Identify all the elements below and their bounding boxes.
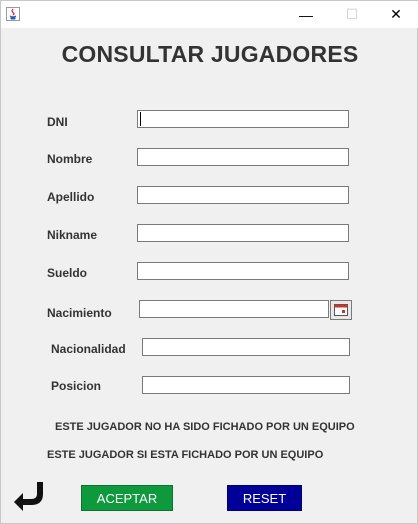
- posicion-input[interactable]: [142, 376, 350, 394]
- maximize-button[interactable]: ☐: [329, 1, 375, 28]
- app-window: — ☐ ✕ CONSULTAR JUGADORES DNI Nombre Ape…: [0, 0, 418, 524]
- nikname-input[interactable]: [137, 224, 349, 242]
- page-title: CONSULTAR JUGADORES: [61, 41, 359, 67]
- nikname-label: Nikname: [47, 228, 98, 242]
- java-icon: [6, 7, 20, 21]
- aceptar-button[interactable]: ACEPTAR: [81, 485, 173, 511]
- nacimiento-date-input[interactable]: [139, 300, 329, 318]
- nacimiento-label: Nacimiento: [47, 306, 112, 320]
- dni-label: DNI: [47, 115, 68, 129]
- back-arrow-icon[interactable]: [11, 479, 43, 511]
- posicion-label: Posicion: [51, 379, 102, 393]
- sueldo-label: Sueldo: [47, 266, 88, 280]
- calendar-icon: [334, 304, 348, 316]
- nacionalidad-input[interactable]: [142, 338, 350, 356]
- title-bar: — ☐ ✕: [1, 1, 418, 28]
- apellido-label: Apellido: [47, 190, 95, 204]
- text-caret: [140, 112, 141, 126]
- minimize-button[interactable]: —: [283, 1, 329, 28]
- status-not-signed-text: ESTE JUGADOR NO HA SIDO FICHADO POR UN E…: [55, 421, 355, 433]
- status-signed-text: ESTE JUGADOR SI ESTA FICHADO POR UN EQUI…: [47, 449, 324, 461]
- calendar-button[interactable]: [330, 300, 352, 320]
- reset-button[interactable]: RESET: [227, 485, 302, 511]
- dni-input[interactable]: [137, 110, 349, 128]
- close-button[interactable]: ✕: [373, 1, 418, 28]
- apellido-input[interactable]: [137, 186, 349, 204]
- nombre-input[interactable]: [137, 148, 349, 166]
- sueldo-input[interactable]: [137, 262, 349, 280]
- nacionalidad-label: Nacionalidad: [51, 342, 126, 356]
- nombre-label: Nombre: [47, 152, 93, 166]
